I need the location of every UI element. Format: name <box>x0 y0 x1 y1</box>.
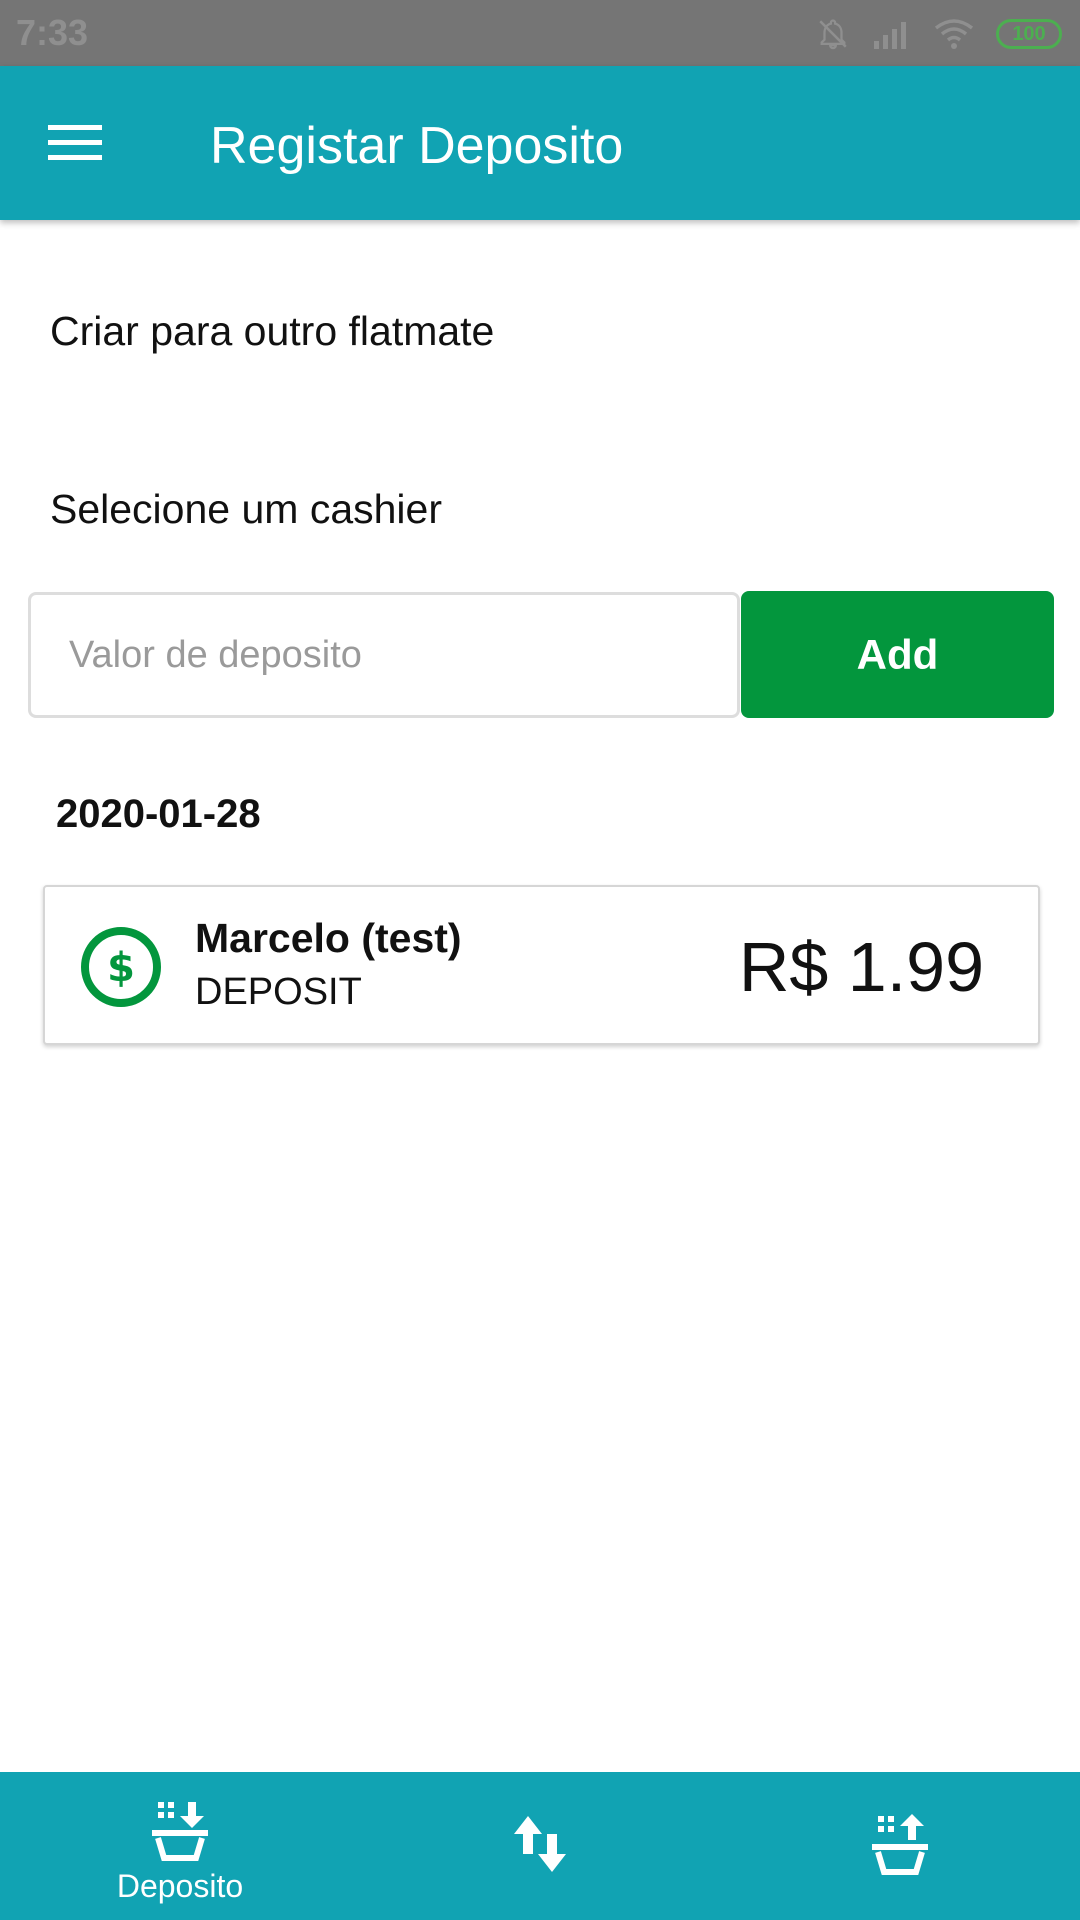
hamburger-menu-icon <box>48 125 102 160</box>
basket-withdraw-icon <box>872 1814 928 1875</box>
nav-label-deposito: Deposito <box>116 1868 244 1904</box>
nav-item-withdraw[interactable] <box>720 1772 1080 1920</box>
signal-icon <box>874 22 906 49</box>
transaction-type: DEPOSIT <box>195 971 362 1013</box>
battery-icon: 100 <box>996 19 1062 49</box>
nav-item-transfer[interactable] <box>360 1772 720 1920</box>
menu-button[interactable] <box>36 108 116 178</box>
dollar-circle-icon: $ <box>81 927 161 1007</box>
bell-off-icon <box>819 19 847 50</box>
wifi-icon <box>934 19 974 49</box>
transaction-name: Marcelo (test) <box>195 915 462 961</box>
transfer-arrows-icon <box>514 1816 566 1872</box>
transaction-card[interactable]: $ Marcelo (test) DEPOSIT R$ 1.99 <box>43 885 1040 1045</box>
app-bar: Registar Deposito <box>0 66 1080 220</box>
status-time: 7:33 <box>16 12 89 53</box>
transaction-date-header: 2020-01-28 <box>56 792 261 836</box>
page-title: Registar Deposito <box>210 117 624 175</box>
select-cashier-option[interactable]: Selecione um cashier <box>50 486 442 533</box>
transaction-amount: R$ 1.99 <box>738 928 984 1006</box>
add-button[interactable]: Add <box>741 591 1054 718</box>
nav-item-deposito[interactable]: Deposito <box>0 1772 360 1920</box>
bottom-navigation: Deposito <box>0 1772 1080 1920</box>
deposit-value-input[interactable] <box>28 592 740 718</box>
svg-text:$: $ <box>107 945 135 991</box>
basket-deposit-icon <box>152 1802 208 1861</box>
status-icons: 100 <box>816 14 1062 54</box>
status-bar: 7:33 100 <box>0 0 1080 66</box>
create-for-other-flatmate-option[interactable]: Criar para outro flatmate <box>50 308 494 355</box>
